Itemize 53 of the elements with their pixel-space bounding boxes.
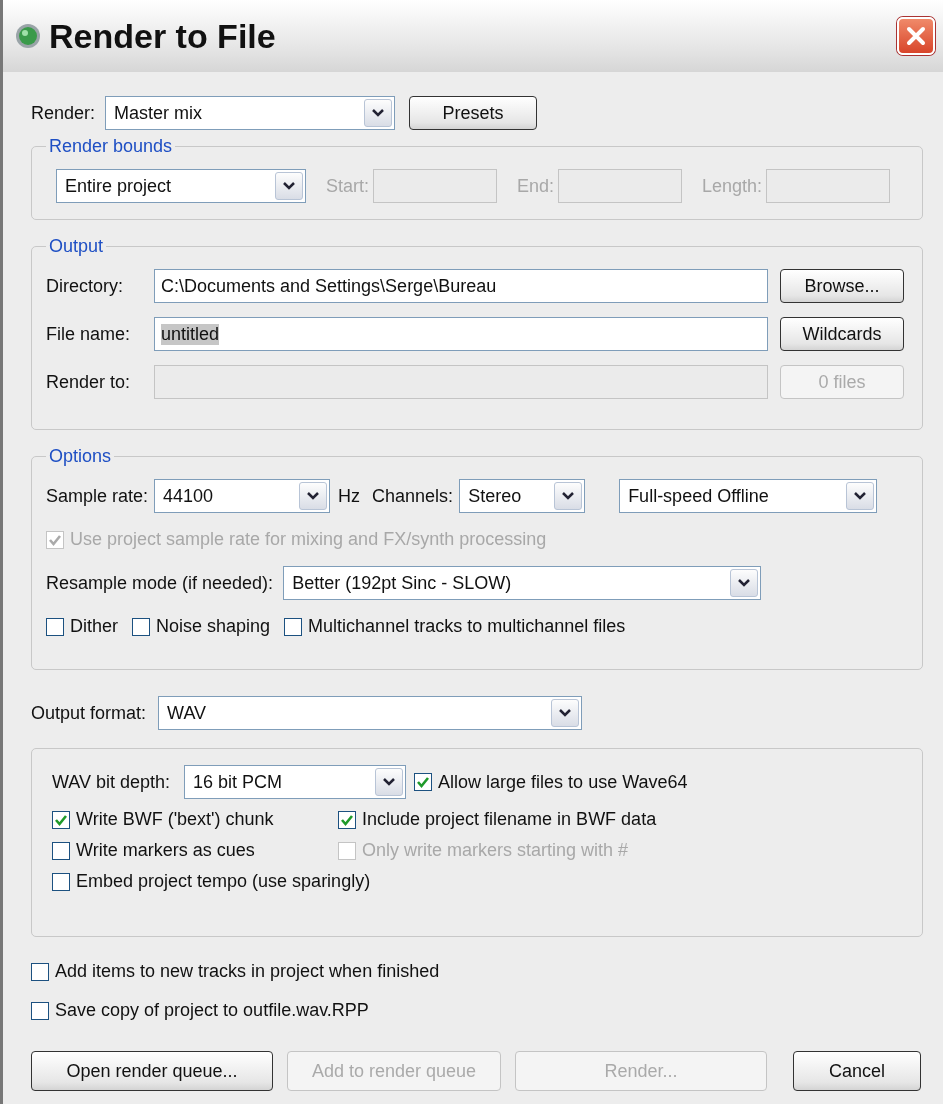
field-label: Render to: (46, 371, 132, 393)
close-icon (905, 25, 927, 47)
app-icon (15, 23, 41, 49)
caret-icon (364, 99, 393, 127)
bounds-label: Start: (326, 175, 369, 197)
output-format-label: Output format: (31, 702, 147, 724)
dialog-button[interactable]: Cancel (793, 1051, 921, 1091)
caret-icon (846, 482, 875, 510)
path-field[interactable]: C:\Documents and Settings\Serge\Bureau (154, 269, 768, 303)
caret-icon (375, 768, 404, 796)
resample-label: Resample mode (if needed): (46, 572, 274, 594)
group-legend: Render bounds (46, 136, 176, 157)
bounds-label: Length: (702, 175, 763, 197)
speed-dropdown[interactable]: Full-speed Offline (619, 479, 878, 513)
sample-rate-label: Sample rate: (46, 485, 149, 507)
window-title: Render to File (49, 16, 277, 56)
checkbox[interactable]: Dither (46, 616, 118, 637)
checkbox[interactable]: Multichannel tracks to multichannel files (284, 616, 626, 637)
checkbox[interactable]: Write markers as cues (52, 840, 338, 861)
presets-button[interactable]: Presets (409, 96, 538, 130)
caret-icon (275, 172, 303, 200)
group-legend: Options (46, 446, 115, 467)
path-field[interactable]: untitled (154, 317, 768, 351)
format-dropdown[interactable]: WAV (158, 696, 583, 730)
checkbox[interactable]: Save copy of project to outfile.wav.RPP (31, 1000, 369, 1021)
dialog-button[interactable]: Open render queue... (31, 1051, 273, 1091)
caret-icon (299, 482, 328, 510)
checkbox[interactable]: Write BWF ('bext') chunk (52, 809, 338, 830)
close-button[interactable] (897, 17, 935, 55)
output-button[interactable]: Wildcards (780, 317, 904, 351)
checkbox[interactable]: Add items to new tracks in project when finished (31, 961, 440, 982)
unit-label: Hz (338, 485, 361, 507)
bounds-label: End: (517, 175, 555, 197)
checkbox[interactable]: Allow large files to use Wave64 (414, 771, 688, 793)
bit-depth-dropdown[interactable]: 16 bit PCM (184, 765, 407, 799)
caret-icon (730, 569, 759, 597)
channels-dropdown[interactable]: Stereo (459, 479, 586, 513)
caret-icon (554, 482, 583, 510)
sample-rate-dropdown[interactable]: 44100 (154, 479, 331, 513)
bit-depth-label: WAV bit depth: (52, 771, 171, 793)
resample-dropdown[interactable]: Better (192pt Sinc - SLOW) (283, 566, 762, 600)
channels-label: Channels: (372, 485, 454, 507)
checkbox[interactable]: Noise shaping (132, 616, 271, 637)
caret-icon (551, 699, 580, 727)
field-label: File name: (46, 323, 132, 345)
output-button[interactable]: Browse... (780, 269, 904, 303)
group-legend: Output (46, 236, 107, 257)
field-label: Directory: (46, 275, 124, 297)
checkbox[interactable]: Include project filename in BWF data (338, 809, 657, 830)
checkbox[interactable]: Embed project tempo (use sparingly) (52, 871, 371, 892)
checkmark-icon (416, 775, 431, 789)
render-label: Render: (31, 102, 96, 124)
render-dropdown[interactable]: Master mix (105, 96, 396, 130)
